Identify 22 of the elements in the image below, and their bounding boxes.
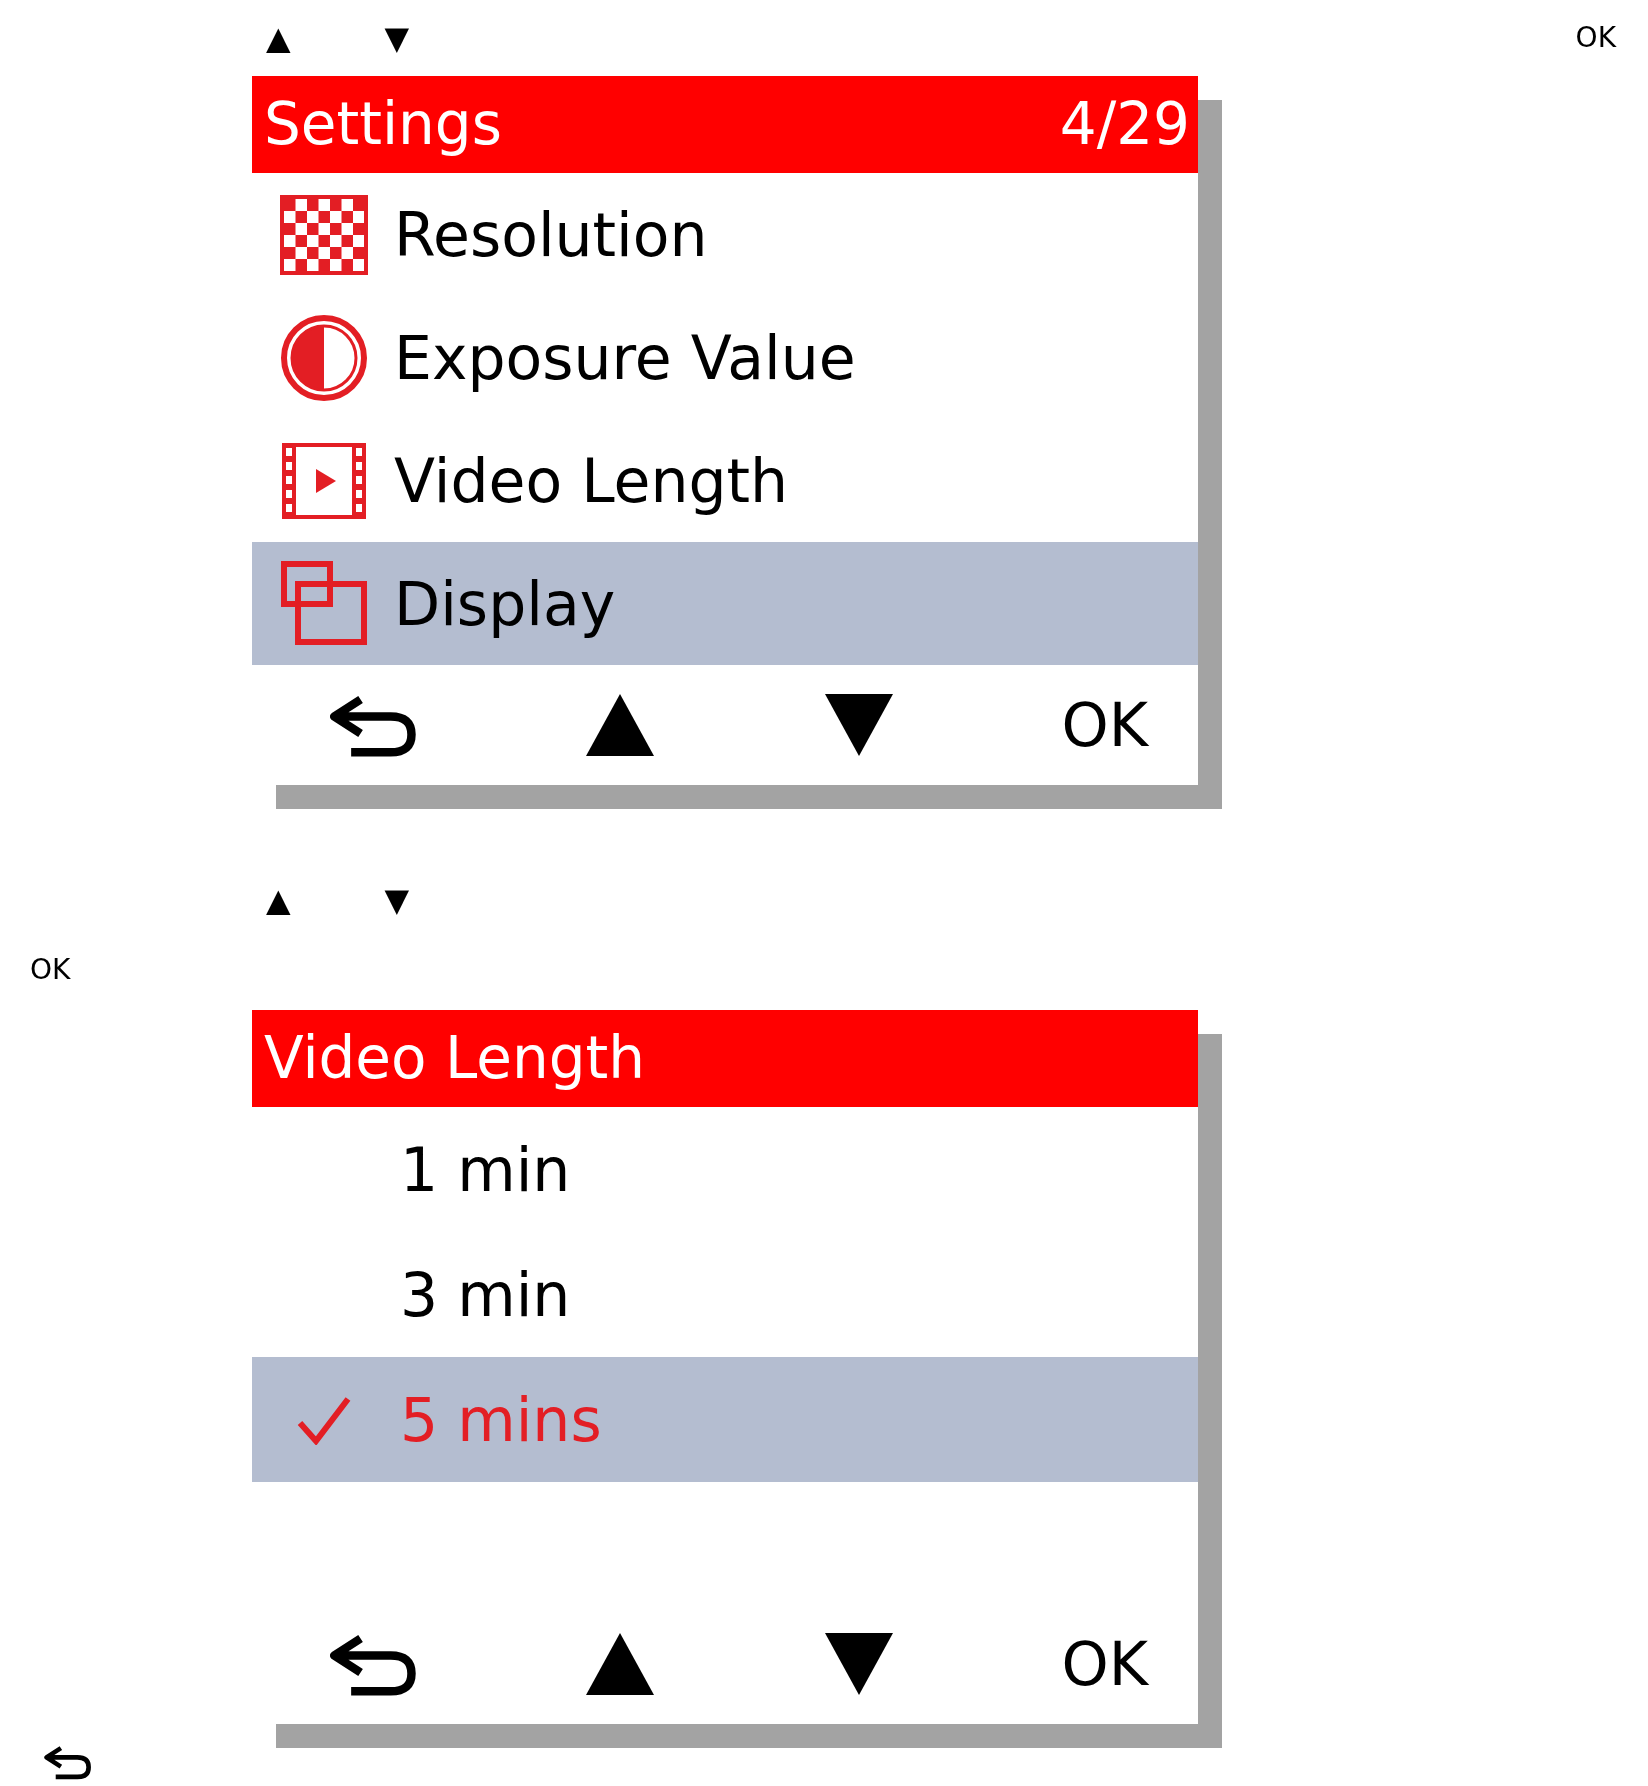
menu-item[interactable]: Resolution [252, 173, 1198, 296]
down-arrow-icon[interactable] [822, 692, 895, 758]
page-counter: 4/29 [1059, 89, 1190, 160]
screen-title: Settings [264, 89, 502, 160]
option-item[interactable]: 3 min [252, 1232, 1198, 1357]
down-arrow: ▼ [384, 22, 410, 54]
ok-label[interactable]: OK [1061, 680, 1148, 770]
up-arrow-icon[interactable] [584, 692, 657, 758]
up-arrow: ▲ [266, 22, 291, 54]
ok-label[interactable]: OK [1061, 1619, 1148, 1709]
option-item[interactable]: 1 min [252, 1107, 1198, 1232]
ok-label: OK [1575, 24, 1616, 52]
screen-title: Video Length [264, 1023, 645, 1094]
menu-item[interactable]: Exposure Value [252, 296, 1198, 419]
ok-label: OK [30, 956, 71, 984]
menu-item[interactable]: Display [252, 542, 1198, 665]
up-arrow-icon[interactable] [584, 1631, 657, 1697]
up-arrow: ▲ [266, 884, 291, 916]
down-arrow-icon[interactable] [822, 1631, 895, 1697]
down-arrow: ▼ [384, 884, 410, 916]
menu-item[interactable]: Video Length [252, 419, 1198, 542]
checkmark-icon [296, 1394, 352, 1445]
